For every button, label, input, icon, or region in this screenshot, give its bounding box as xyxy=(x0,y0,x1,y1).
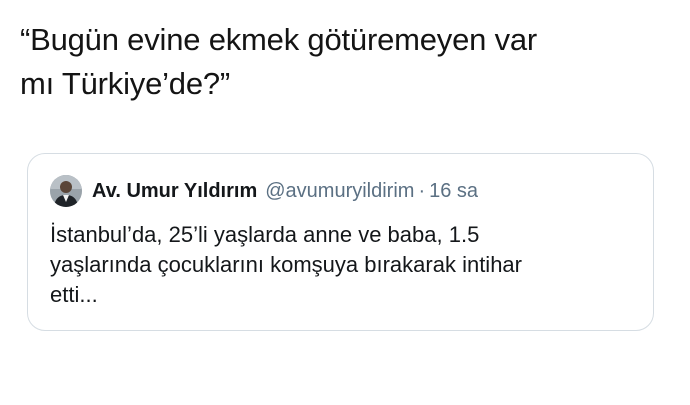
user-avatar-icon xyxy=(50,175,82,207)
quoted-tweet-card[interactable]: Av. Umur Yıldırım @avumuryildirim · 16 s… xyxy=(27,153,654,331)
tweet-text: “Bugün evine ekmek götüremeyen var mı Tü… xyxy=(20,22,538,101)
quoted-tweet-text: İstanbul’da, 25’li yaşlarda anne ve baba… xyxy=(50,222,522,307)
quoted-timestamp[interactable]: 16 sa xyxy=(429,180,478,203)
quoted-author-handle[interactable]: @avumuryildirim xyxy=(265,180,414,203)
separator-dot: · xyxy=(418,179,426,202)
avatar[interactable] xyxy=(50,175,82,207)
quoted-tweet-header: Av. Umur Yıldırım @avumuryildirim · 16 s… xyxy=(50,175,478,207)
quoted-author-name[interactable]: Av. Umur Yıldırım xyxy=(92,180,257,203)
